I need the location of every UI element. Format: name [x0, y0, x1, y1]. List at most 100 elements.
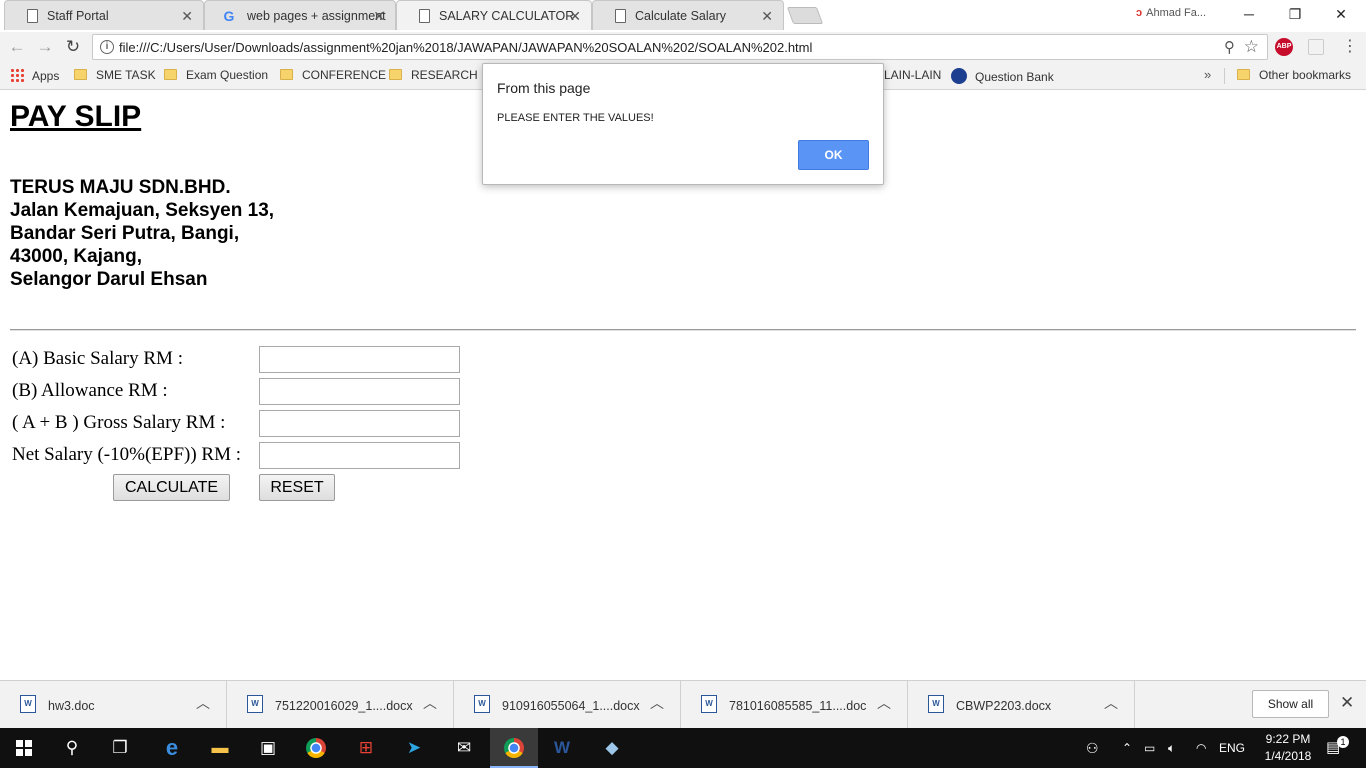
taskbar: ⚲ ❐ e ▬ ▣ ⊞ ➤ ✉ W ◆ ⚇ ⌃ ▭ 🔈︎ ◠ ENG 9:22 …: [0, 728, 1366, 768]
allowance-input[interactable]: [259, 378, 460, 405]
browser-toolbar: ← → ↻ i file:///C:/Users/User/Downloads/…: [0, 32, 1366, 62]
tab-calculate-salary[interactable]: Calculate Salary ✕: [592, 0, 784, 30]
close-icon[interactable]: ✕: [181, 1, 193, 30]
net-salary-label: Net Salary (-10%(EPF)) RM :: [12, 444, 242, 465]
close-window-button[interactable]: ✕: [1318, 2, 1364, 28]
show-all-button[interactable]: Show all: [1252, 690, 1329, 718]
reload-icon[interactable]: ↻: [62, 36, 84, 58]
profile-name: Ahmad Fa...: [1146, 7, 1207, 19]
reset-button[interactable]: RESET: [259, 474, 335, 501]
minimize-button[interactable]: ─: [1226, 2, 1272, 28]
page-icon: [419, 9, 430, 23]
people-icon[interactable]: ⚇: [1086, 728, 1099, 768]
word-doc-icon: W: [247, 695, 263, 713]
maximize-button[interactable]: ❐: [1272, 2, 1318, 28]
chevron-up-icon[interactable]: ⌃: [1122, 728, 1132, 768]
chrome-active-icon[interactable]: [490, 728, 538, 768]
divider: [10, 329, 1356, 331]
language-indicator[interactable]: ENG: [1219, 728, 1245, 768]
notification-icon[interactable]: ▤: [1326, 728, 1340, 768]
net-salary-input[interactable]: [259, 442, 460, 469]
download-item[interactable]: W CBWP2203.docx ︿: [908, 681, 1135, 729]
task-view-icon[interactable]: ❐: [96, 728, 144, 768]
ok-button[interactable]: OK: [798, 140, 869, 170]
close-icon[interactable]: ✕: [373, 1, 385, 30]
chevron-up-icon[interactable]: ︿: [423, 693, 437, 713]
bookmark-lain-lain[interactable]: LAIN-LAIN: [884, 68, 941, 82]
zoom-icon[interactable]: ⚲: [1224, 38, 1235, 56]
bookmark-apps[interactable]: Apps: [10, 68, 59, 83]
edge-icon[interactable]: e: [148, 728, 196, 768]
basic-salary-input[interactable]: [259, 346, 460, 373]
address-line: Selangor Darul Ehsan: [10, 269, 208, 290]
windows-icon: [16, 740, 32, 756]
apps-launcher-icon[interactable]: ⊞: [342, 728, 390, 768]
bookmark-exam-question[interactable]: Exam Question: [164, 68, 268, 82]
menu-icon[interactable]: ⋮: [1342, 36, 1358, 56]
download-item[interactable]: W 910916055064_1....docx ︿: [454, 681, 681, 729]
forward-icon[interactable]: →: [34, 36, 56, 58]
calculate-button[interactable]: CALCULATE: [113, 474, 230, 501]
chrome-icon[interactable]: [292, 728, 340, 768]
app-icon[interactable]: ◆: [588, 728, 636, 768]
download-item[interactable]: W hw3.doc ︿: [0, 681, 227, 729]
info-icon[interactable]: i: [100, 40, 114, 54]
mail-icon[interactable]: ✉: [440, 728, 488, 768]
tab-web-pages[interactable]: G web pages + assignment ✕: [204, 0, 396, 30]
profile-icon: ↄ: [1136, 7, 1143, 19]
wifi-icon[interactable]: ◠: [1196, 728, 1206, 768]
new-tab-button[interactable]: [786, 7, 824, 24]
divider: [1224, 68, 1225, 84]
telegram-icon[interactable]: ➤: [390, 728, 438, 768]
profile-button[interactable]: ↄ Ahmad Fa...: [1136, 7, 1206, 19]
word-icon[interactable]: W: [538, 728, 586, 768]
tab-strip: Staff Portal ✕ G web pages + assignment …: [0, 0, 1366, 32]
tab-label: Calculate Salary: [635, 9, 727, 23]
chevron-up-icon[interactable]: ︿: [650, 693, 664, 713]
bookmark-other[interactable]: Other bookmarks: [1237, 68, 1351, 82]
tab-label: Staff Portal: [47, 9, 109, 23]
clock[interactable]: 9:22 PM 1/4/2018: [1252, 731, 1324, 765]
more-bookmarks-icon[interactable]: »: [1204, 67, 1211, 82]
bookmark-label: Question Bank: [975, 70, 1054, 84]
basic-salary-label: (A) Basic Salary RM :: [12, 348, 183, 369]
adblock-icon[interactable]: ABP: [1275, 38, 1293, 56]
close-icon[interactable]: ✕: [761, 1, 773, 30]
allowance-label: (B) Allowance RM :: [12, 380, 168, 401]
start-button[interactable]: [0, 728, 48, 768]
search-icon[interactable]: ⚲: [48, 728, 96, 768]
downloads-shelf: W hw3.doc ︿ W 751220016029_1....docx ︿ W…: [0, 680, 1366, 729]
url-text: file:///C:/Users/User/Downloads/assignme…: [119, 40, 813, 55]
store-icon[interactable]: ▣: [244, 728, 292, 768]
close-icon[interactable]: ✕: [1340, 693, 1354, 713]
folder-icon: [164, 69, 177, 80]
address-line: Jalan Kemajuan, Seksyen 13,: [10, 200, 275, 221]
gross-salary-input[interactable]: [259, 410, 460, 437]
download-item[interactable]: W 781016085585_11....doc ︿: [681, 681, 908, 729]
back-icon[interactable]: ←: [6, 36, 28, 58]
extension-icon[interactable]: [1308, 39, 1324, 55]
download-name: hw3.doc: [48, 699, 95, 713]
chevron-up-icon[interactable]: ︿: [196, 693, 210, 713]
word-doc-icon: W: [928, 695, 944, 713]
file-explorer-icon[interactable]: ▬: [196, 728, 244, 768]
bookmark-conference[interactable]: CONFERENCE: [280, 68, 386, 82]
date: 1/4/2018: [1264, 749, 1312, 763]
bookmark-label: CONFERENCE: [302, 68, 387, 82]
tab-staff-portal[interactable]: Staff Portal ✕: [4, 0, 204, 30]
chevron-up-icon[interactable]: ︿: [877, 693, 891, 713]
address-bar[interactable]: i file:///C:/Users/User/Downloads/assign…: [92, 34, 1268, 60]
bookmark-label: SME TASK: [96, 68, 156, 82]
bookmark-sme-task[interactable]: SME TASK: [74, 68, 156, 82]
tab-label: SALARY CALCULATOR: [439, 9, 575, 23]
close-icon[interactable]: ✕: [569, 1, 581, 30]
bookmark-star-icon[interactable]: ☆: [1244, 37, 1259, 57]
tab-salary-calculator[interactable]: SALARY CALCULATOR ✕: [396, 0, 592, 30]
bookmark-research[interactable]: RESEARCH PA: [389, 68, 496, 82]
chevron-up-icon[interactable]: ︿: [1104, 693, 1118, 713]
download-item[interactable]: W 751220016029_1....docx ︿: [227, 681, 454, 729]
address-line: TERUS MAJU SDN.BHD.: [10, 177, 231, 198]
battery-icon[interactable]: ▭: [1144, 728, 1155, 768]
bookmark-question-bank[interactable]: Question Bank: [951, 68, 1054, 84]
volume-icon[interactable]: 🔈︎: [1168, 728, 1175, 768]
